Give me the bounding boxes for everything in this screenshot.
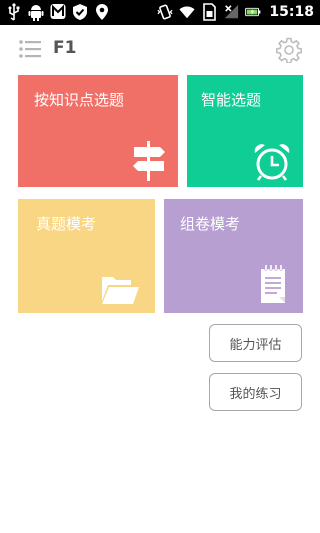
alarm-clock-icon [253,143,291,185]
wifi-icon [179,3,195,21]
ability-assessment-button[interactable]: 能力评估 [209,324,302,362]
gear-icon[interactable] [275,37,302,64]
clock-time: 15:18 [269,4,314,20]
android-debug-icon [28,3,44,21]
folder-icon [100,273,140,309]
shield-icon [72,3,88,21]
tile-label: 真题模考 [36,215,97,233]
vibrate-icon [157,3,173,21]
no-signal-icon [223,3,239,21]
notepad-icon [259,265,289,309]
status-bar: 15:18 [0,0,320,25]
sim-icon [201,3,217,21]
app-header: F1 [0,25,320,75]
tile-select-by-knowledge-point[interactable]: 按知识点选题 [18,75,178,187]
maps-m-icon [50,3,66,21]
tile-label: 智能选题 [201,91,262,109]
tile-past-exam-mock[interactable]: 真题模考 [18,199,155,313]
tile-label: 组卷模考 [180,215,241,233]
signpost-icon [132,141,166,185]
battery-charging-icon [245,3,261,21]
location-pin-icon [94,3,110,21]
my-practice-button[interactable]: 我的练习 [209,373,302,411]
app-title: F1 [53,38,77,58]
list-menu-icon[interactable] [18,38,42,60]
usb-icon [6,3,22,21]
tile-label: 按知识点选题 [34,91,125,109]
tile-smart-select[interactable]: 智能选题 [187,75,303,187]
tile-compose-paper-mock[interactable]: 组卷模考 [164,199,303,313]
